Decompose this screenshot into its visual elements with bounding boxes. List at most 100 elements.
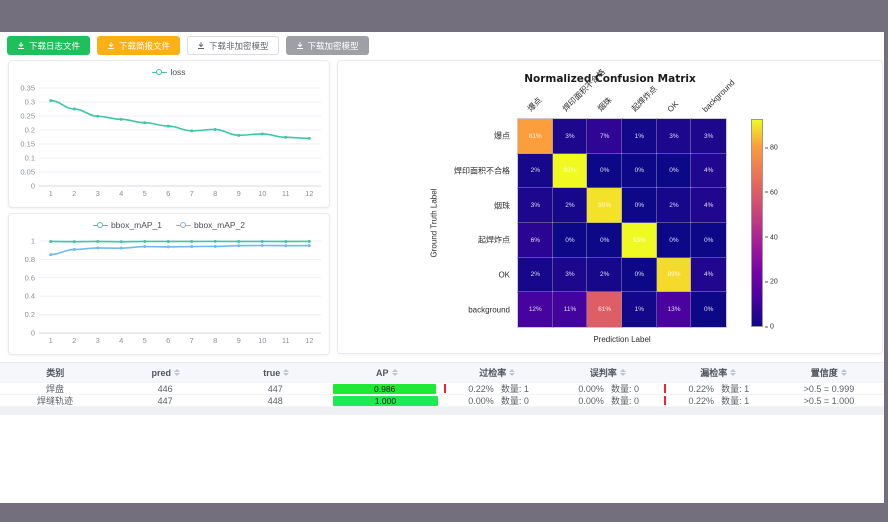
col-header-over[interactable]: 过检率 bbox=[442, 363, 553, 382]
cell-over: 0.00%数量: 0 bbox=[444, 395, 554, 406]
cm-cell: 12% bbox=[518, 292, 553, 327]
sort-icon[interactable] bbox=[841, 369, 847, 376]
sort-icon[interactable] bbox=[620, 369, 626, 376]
col-header-label: 置信度 bbox=[811, 366, 838, 379]
cm-cell: 90% bbox=[587, 188, 622, 223]
cell-conf: >0.5 = 1.000 bbox=[774, 395, 884, 406]
svg-text:6: 6 bbox=[166, 336, 170, 345]
cm-cell: 13% bbox=[657, 292, 692, 327]
colorbar-tick: 80 bbox=[765, 145, 778, 152]
svg-text:6: 6 bbox=[166, 189, 170, 198]
cm-cell: 0% bbox=[622, 188, 657, 223]
legend-item-loss[interactable]: loss bbox=[152, 67, 185, 77]
svg-text:0.35: 0.35 bbox=[20, 84, 35, 93]
cm-cell: 0% bbox=[622, 258, 657, 293]
col-header-label: AP bbox=[376, 368, 389, 378]
cm-row-label: background bbox=[468, 305, 510, 314]
svg-text:1: 1 bbox=[31, 237, 35, 246]
loss-chart-card: loss 00.050.10.150.20.250.30.35123456789… bbox=[8, 60, 330, 208]
ap-bar: 0.986 bbox=[333, 384, 436, 394]
col-header-label: 漏检率 bbox=[700, 366, 727, 379]
cm-row-label: OK bbox=[498, 271, 510, 280]
bbox-map-legend: bbox_mAP_1 bbox_mAP_2 bbox=[9, 214, 329, 232]
download-report-label: 下载简报文件 bbox=[119, 40, 170, 52]
svg-text:0: 0 bbox=[31, 182, 35, 191]
cm-cell: 3% bbox=[553, 119, 588, 154]
svg-text:12: 12 bbox=[305, 189, 313, 198]
cell-over: 0.22%数量: 1 bbox=[444, 383, 554, 394]
rate-count: 数量: 0 bbox=[611, 383, 639, 394]
rate-count: 数量: 1 bbox=[501, 383, 529, 394]
rate-bar bbox=[444, 384, 446, 393]
legend-item-bbox_mAP_2[interactable]: bbox_mAP_2 bbox=[176, 220, 245, 230]
cell-ap: 1.000 bbox=[330, 395, 443, 406]
download-icon bbox=[17, 41, 25, 50]
cell-miss: 0.22%数量: 1 bbox=[664, 395, 774, 406]
cell-true: 447 bbox=[220, 383, 330, 394]
metrics-table-1: 类别predtrueAP过检率误判率漏检率置信度焊盘4464470.9860.2… bbox=[0, 362, 884, 407]
sort-icon[interactable] bbox=[174, 369, 180, 376]
confusion-matrix-title: Normalized Confusion Matrix bbox=[338, 73, 882, 85]
sort-icon[interactable] bbox=[392, 369, 398, 376]
svg-text:2: 2 bbox=[72, 189, 76, 198]
colorbar-tick: 20 bbox=[765, 279, 778, 286]
cm-row-label: 焊印面积不合格 bbox=[454, 166, 510, 177]
loss-chart: 00.050.10.150.20.250.30.3512345678910111… bbox=[9, 79, 329, 206]
svg-text:2: 2 bbox=[72, 336, 76, 345]
download-unencrypted-model-button[interactable]: 下载非加密模型 bbox=[187, 36, 279, 55]
col-header-class: 类别 bbox=[0, 363, 111, 382]
svg-text:8: 8 bbox=[213, 336, 217, 345]
cm-cell: 2% bbox=[553, 188, 588, 223]
cm-cell: 11% bbox=[553, 292, 588, 327]
confusion-matrix-heatmap: 81%3%7%1%3%3%2%93%0%0%0%4%3%2%90%0%2%4%6… bbox=[518, 119, 726, 327]
col-header-label: 过检率 bbox=[479, 366, 506, 379]
sort-icon[interactable] bbox=[283, 369, 289, 376]
download-report-button[interactable]: 下载简报文件 bbox=[97, 36, 180, 55]
rate-value: 0.00% bbox=[578, 396, 604, 406]
cell-class: 焊盘 bbox=[0, 383, 110, 394]
col-header-true[interactable]: true bbox=[221, 363, 332, 382]
cm-cell: 4% bbox=[691, 258, 726, 293]
col-header-miss[interactable]: 漏检率 bbox=[663, 363, 774, 382]
cm-row-label: 爆点 bbox=[494, 131, 510, 142]
cm-row-label: 烟珠 bbox=[494, 200, 510, 211]
confusion-matrix-ylabel: Ground Truth Label bbox=[430, 189, 439, 258]
cm-cell: 0% bbox=[691, 292, 726, 327]
svg-text:5: 5 bbox=[143, 189, 147, 198]
rate-value: 0.00% bbox=[578, 384, 604, 394]
col-header-pred[interactable]: pred bbox=[111, 363, 222, 382]
cm-cell: 61% bbox=[587, 292, 622, 327]
cell-mis: 0.00% 数量: 0 bbox=[554, 383, 664, 394]
col-header-mis[interactable]: 误判率 bbox=[553, 363, 664, 382]
tables-gap bbox=[0, 407, 884, 415]
download-encrypted-model-button[interactable]: 下载加密模型 bbox=[286, 36, 369, 55]
col-header-label: 误判率 bbox=[590, 366, 617, 379]
rate-value: 0.00% bbox=[468, 396, 494, 406]
cm-cell: 2% bbox=[518, 154, 553, 189]
cm-cell: 93% bbox=[622, 223, 657, 258]
toolbar: 下载日志文件 下载简报文件 下载非加密模型 下载加密模型 bbox=[7, 36, 369, 55]
sort-icon[interactable] bbox=[509, 369, 515, 376]
table-row: 焊缝轨迹4474481.0000.00%数量: 00.00%数量: 00.22%… bbox=[0, 395, 884, 407]
sort-icon[interactable] bbox=[730, 369, 736, 376]
cm-cell: 2% bbox=[657, 188, 692, 223]
cm-cell: 81% bbox=[518, 119, 553, 154]
colorbar-tick: 40 bbox=[765, 234, 778, 241]
svg-text:1: 1 bbox=[49, 336, 53, 345]
col-header-ap[interactable]: AP bbox=[332, 363, 443, 382]
col-header-conf[interactable]: 置信度 bbox=[774, 363, 885, 382]
download-log-button[interactable]: 下载日志文件 bbox=[7, 36, 90, 55]
svg-text:5: 5 bbox=[143, 336, 147, 345]
cm-cell: 89% bbox=[657, 258, 692, 293]
rate-bar bbox=[664, 396, 666, 405]
download-icon bbox=[296, 41, 304, 50]
colorbar-tick: 0 bbox=[765, 324, 774, 331]
table-row: 焊盘4464470.9860.22%数量: 10.00%数量: 00.22%数量… bbox=[0, 383, 884, 395]
svg-text:9: 9 bbox=[237, 189, 241, 198]
download-unencrypted-model-label: 下载非加密模型 bbox=[209, 40, 269, 52]
metrics-tables: 类别predtrueAP过检率误判率漏检率置信度焊盘4464470.9860.2… bbox=[0, 362, 884, 415]
cell-ap: 0.986 bbox=[330, 383, 443, 394]
legend-item-bbox_mAP_1[interactable]: bbox_mAP_1 bbox=[93, 220, 162, 230]
cm-cell: 7% bbox=[587, 119, 622, 154]
svg-text:0.4: 0.4 bbox=[25, 292, 35, 301]
